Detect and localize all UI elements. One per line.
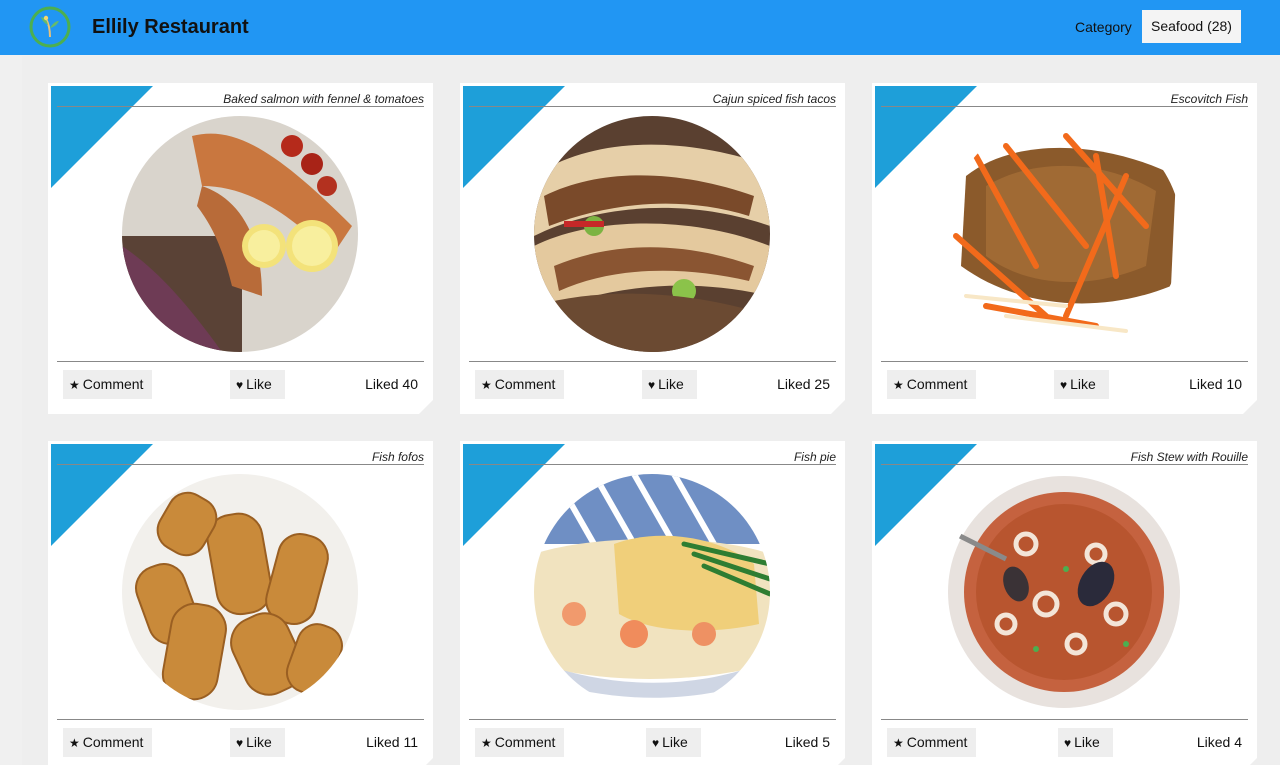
dish-card: Baked salmon with fennel & tomatoes ★ Com… — [48, 83, 433, 414]
category-select[interactable]: Seafood (28) — [1142, 10, 1241, 43]
dish-photo — [534, 116, 770, 352]
divider — [881, 361, 1248, 362]
star-icon: ★ — [69, 736, 80, 750]
like-button[interactable]: ♥ Like — [642, 370, 697, 399]
comment-button[interactable]: ★ Comment — [63, 370, 152, 399]
divider — [57, 719, 424, 720]
card-fold — [419, 400, 433, 414]
star-icon: ★ — [481, 378, 492, 392]
dish-card: Fish fofos ★ Comment ♥ Like Liked 11 — [48, 441, 433, 765]
liked-count: Liked 40 — [365, 376, 418, 392]
comment-button[interactable]: ★ Comment — [63, 728, 152, 757]
liked-count: Liked 5 — [784, 734, 830, 750]
dish-title: Cajun spiced fish tacos — [712, 92, 836, 106]
comment-button[interactable]: ★ Comment — [887, 370, 976, 399]
comment-button[interactable]: ★ Comment — [475, 370, 564, 399]
card-fold — [419, 758, 433, 765]
like-button[interactable]: ♥ Like — [1054, 370, 1109, 399]
heart-icon: ♥ — [652, 736, 660, 750]
divider — [881, 464, 1248, 465]
comment-label: Comment — [494, 734, 556, 750]
heart-icon: ♥ — [648, 378, 656, 392]
dish-photo — [122, 474, 358, 710]
app-header: Ellily Restaurant Category Seafood (28) — [0, 0, 1280, 55]
heart-icon: ♥ — [1064, 736, 1072, 750]
divider — [469, 361, 836, 362]
liked-count: Liked 4 — [1196, 734, 1242, 750]
comment-label: Comment — [494, 376, 556, 392]
comment-label: Comment — [906, 734, 968, 750]
category-label: Category — [1075, 19, 1132, 35]
card-fold — [1243, 400, 1257, 414]
divider — [57, 464, 424, 465]
star-icon: ★ — [893, 736, 904, 750]
divider — [469, 106, 836, 107]
like-label: Like — [658, 376, 684, 392]
comment-button[interactable]: ★ Comment — [887, 728, 976, 757]
divider — [469, 719, 836, 720]
divider — [881, 719, 1248, 720]
dish-title: Fish fofos — [371, 450, 424, 464]
divider — [57, 106, 424, 107]
app-title: Ellily Restaurant — [92, 16, 249, 38]
dish-photo — [534, 474, 770, 710]
card-fold — [1243, 758, 1257, 765]
star-icon: ★ — [893, 378, 904, 392]
like-label: Like — [246, 376, 272, 392]
card-fold — [831, 400, 845, 414]
star-icon: ★ — [69, 378, 80, 392]
dish-card: Escovitch Fish ★ Comment ♥ Like Liked 10 — [872, 83, 1257, 414]
like-button[interactable]: ♥ Like — [646, 728, 701, 757]
dish-card: Cajun spiced fish tacos ★ Comment ♥ Like L… — [460, 83, 845, 414]
heart-icon: ♥ — [1060, 378, 1068, 392]
divider — [881, 106, 1248, 107]
comment-label: Comment — [82, 376, 144, 392]
like-button[interactable]: ♥ Like — [230, 728, 285, 757]
divider — [469, 464, 836, 465]
like-label: Like — [1074, 734, 1100, 750]
divider — [57, 361, 424, 362]
card-fold — [831, 758, 845, 765]
like-button[interactable]: ♥ Like — [230, 370, 285, 399]
comment-label: Comment — [82, 734, 144, 750]
heart-icon: ♥ — [236, 378, 244, 392]
like-button[interactable]: ♥ Like — [1058, 728, 1113, 757]
dish-photo — [122, 116, 358, 352]
menu-grid: Baked salmon with fennel & tomatoes ★ Com… — [22, 56, 1280, 765]
like-label: Like — [662, 734, 688, 750]
like-label: Like — [1070, 376, 1096, 392]
dish-photo — [946, 116, 1182, 352]
dish-title: Escovitch Fish — [1170, 92, 1248, 106]
dish-title: Fish pie — [793, 450, 836, 464]
dish-card: Fish pie ★ Comment ♥ Like Liked 5 — [460, 441, 845, 765]
liked-count: Liked 11 — [366, 734, 418, 750]
leaf-logo-icon[interactable] — [29, 6, 71, 48]
liked-count: Liked 25 — [777, 376, 830, 392]
dish-card: Fish Stew with Rouille ★ Comment ♥ Like … — [872, 441, 1257, 765]
comment-label: Comment — [906, 376, 968, 392]
heart-icon: ♥ — [236, 736, 244, 750]
liked-count: Liked 10 — [1189, 376, 1242, 392]
dish-title: Fish Stew with Rouille — [1130, 450, 1248, 464]
comment-button[interactable]: ★ Comment — [475, 728, 564, 757]
dish-photo — [946, 474, 1182, 710]
like-label: Like — [246, 734, 272, 750]
dish-title: Baked salmon with fennel & tomatoes — [223, 92, 424, 106]
star-icon: ★ — [481, 736, 492, 750]
